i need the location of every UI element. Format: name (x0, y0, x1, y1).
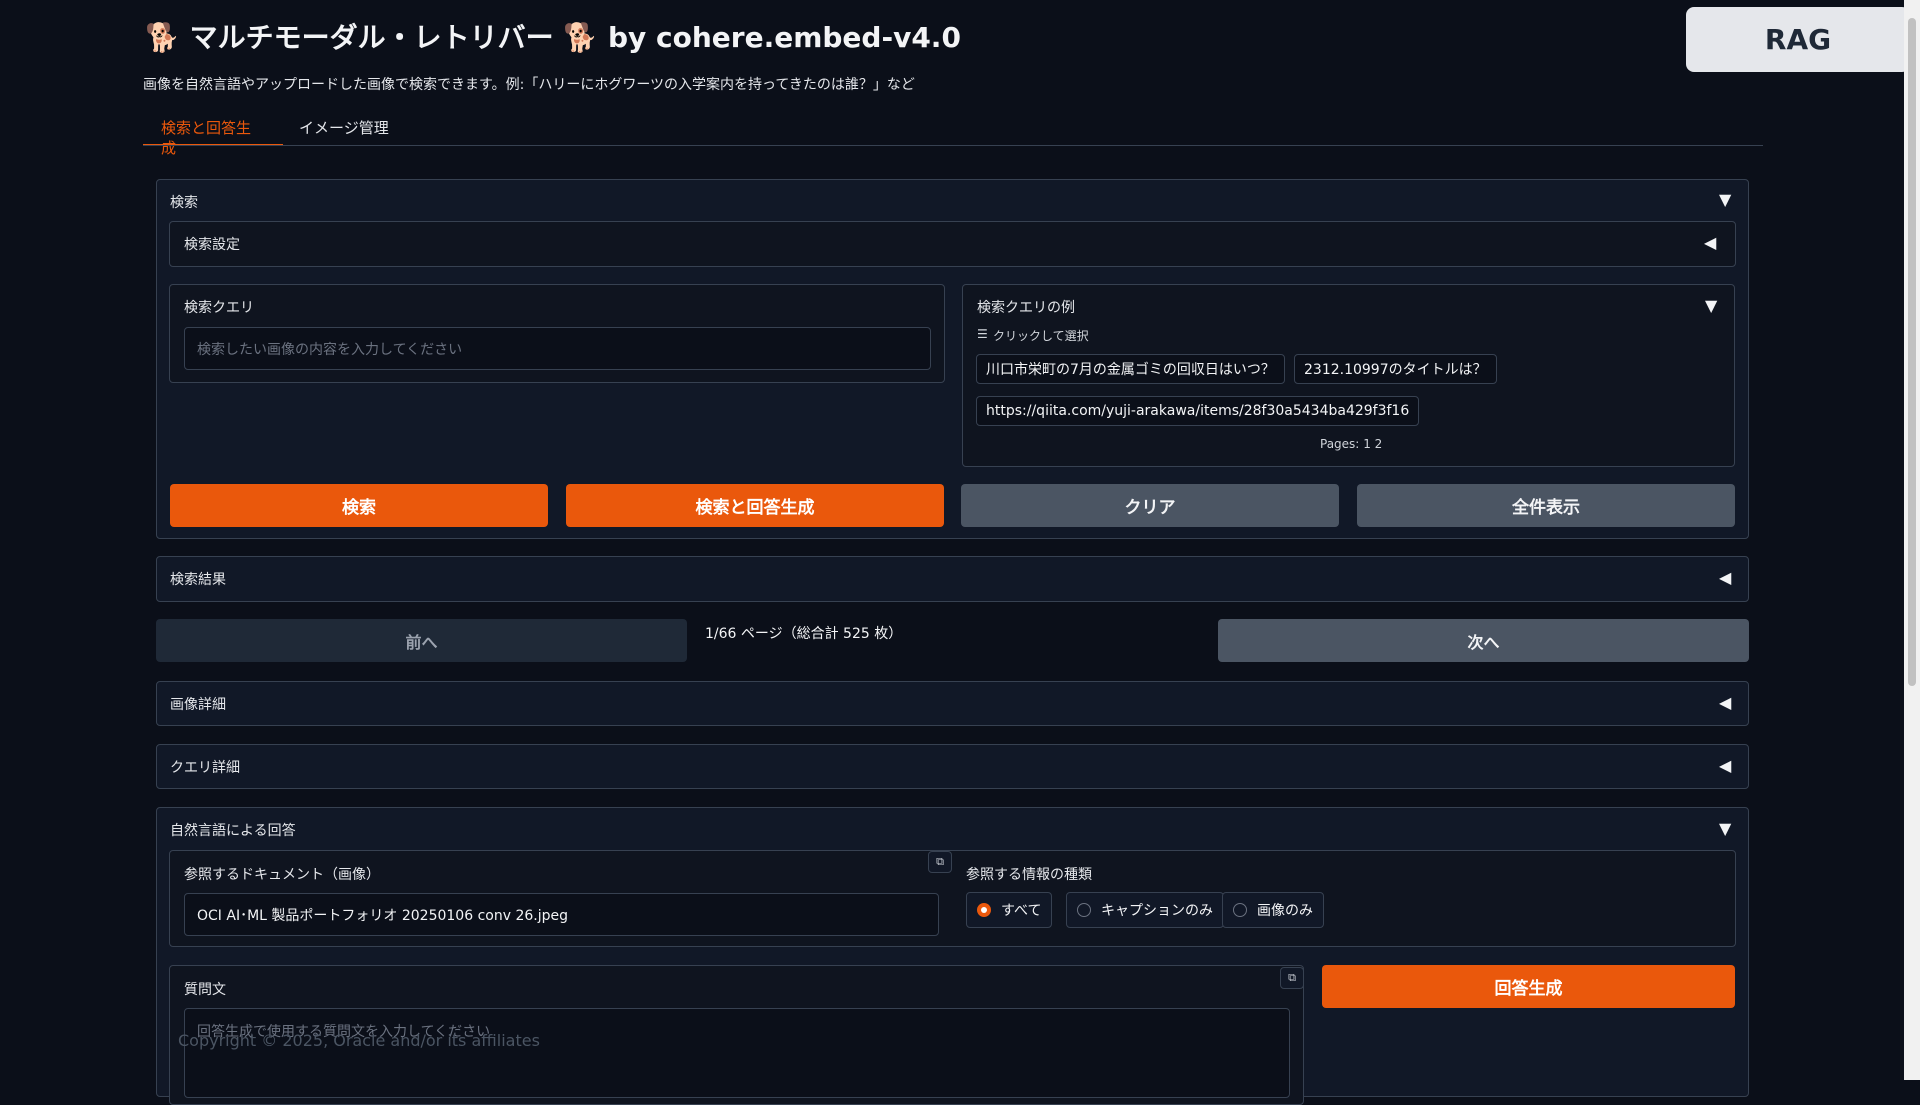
tab-divider (143, 145, 1763, 146)
example-chip-2[interactable]: 2312.10997のタイトルは？ (1294, 354, 1497, 384)
ref-doc-copy-icon[interactable]: ⧉ (928, 851, 952, 873)
radio-caption-only-dot (1077, 903, 1091, 917)
answer-collapse-icon[interactable]: ▼ (1719, 819, 1731, 838)
example-chip-1[interactable]: 川口市栄町の7月の金属ゴミの回収日はいつ？ (976, 354, 1285, 384)
tab-search-and-answer[interactable]: 検索と回答生成 (143, 118, 283, 157)
question-textarea[interactable]: 回答生成で使用する質問文を入力してください (184, 1008, 1290, 1098)
list-icon: ☰ (977, 327, 988, 341)
radio-all-label: すべて (1001, 903, 1042, 919)
radio-all-dot (977, 903, 991, 917)
app-title: 🐕 マルチモーダル・レトリバー 🐕 by cohere.embed-v4.0 (145, 21, 961, 54)
query-examples-hint: クリックして選択 (993, 329, 1089, 343)
radio-image-only[interactable]: 画像のみ (1222, 892, 1324, 928)
search-settings-accordion[interactable] (169, 221, 1736, 267)
info-type-label: 参照する情報の種類 (966, 867, 1092, 883)
page-info: 1/66 ページ（総合計 525 枚） (705, 626, 903, 642)
rag-button[interactable]: RAG (1686, 7, 1910, 72)
radio-caption-only[interactable]: キャプションのみ (1066, 892, 1224, 928)
examples-pagination: Pages: 1 2 (1320, 437, 1382, 451)
app-subtitle: 画像を自然言語やアップロードした画像で検索できます。例:「ハリーにホグワーツの入… (143, 77, 915, 93)
page-link-1[interactable]: 1 (1363, 437, 1371, 451)
next-page-button[interactable]: 次へ (1218, 619, 1749, 662)
generate-answer-button[interactable]: 回答生成 (1322, 965, 1735, 1008)
query-examples-title: 検索クエリの例 (977, 300, 1075, 316)
radio-image-only-dot (1233, 903, 1247, 917)
search-and-answer-button[interactable]: 検索と回答生成 (566, 484, 944, 527)
search-collapse-icon[interactable]: ▼ (1719, 190, 1731, 209)
ref-doc-input[interactable]: OCI AI･ML 製品ポートフォリオ 20250106 conv 26.jpe… (184, 893, 939, 936)
search-button[interactable]: 検索 (170, 484, 548, 527)
tab-image-management[interactable]: イメージ管理 (281, 118, 407, 146)
answer-panel-title: 自然言語による回答 (170, 823, 296, 839)
radio-all[interactable]: すべて (966, 892, 1053, 928)
search-results-title: 検索結果 (170, 572, 226, 588)
search-results-accordion[interactable] (156, 556, 1749, 602)
query-examples-collapse-icon[interactable]: ▼ (1705, 296, 1717, 315)
ref-doc-label: 参照するドキュメント（画像） (184, 867, 380, 883)
page-scrollbar-thumb[interactable] (1908, 18, 1916, 686)
radio-caption-only-label: キャプションのみ (1101, 903, 1213, 919)
search-settings-expand-icon[interactable]: ◀ (1704, 233, 1716, 252)
image-details-expand-icon[interactable]: ◀ (1719, 693, 1731, 712)
question-label: 質問文 (184, 982, 226, 998)
query-details-expand-icon[interactable]: ◀ (1719, 756, 1731, 775)
clear-button[interactable]: クリア (961, 484, 1339, 527)
copyright-text: Copyright © 2025, Oracle and/or its affi… (178, 1031, 540, 1050)
search-settings-title: 検索設定 (184, 237, 240, 253)
image-details-accordion[interactable] (156, 681, 1749, 726)
search-query-input[interactable]: 検索したい画像の内容を入力してください (184, 327, 931, 370)
image-details-title: 画像詳細 (170, 697, 226, 713)
search-query-label: 検索クエリ (184, 300, 254, 316)
radio-image-only-label: 画像のみ (1257, 903, 1313, 919)
search-results-expand-icon[interactable]: ◀ (1719, 568, 1731, 587)
query-details-title: クエリ詳細 (170, 760, 240, 776)
pages-label: Pages: (1320, 437, 1360, 451)
prev-page-button[interactable]: 前へ (156, 619, 687, 662)
example-chip-3[interactable]: https://qiita.com/yuji-arakawa/items/28f… (976, 396, 1420, 426)
query-details-accordion[interactable] (156, 744, 1749, 789)
page-link-2[interactable]: 2 (1375, 437, 1383, 451)
show-all-button[interactable]: 全件表示 (1357, 484, 1735, 527)
question-copy-icon[interactable]: ⧉ (1280, 967, 1304, 989)
search-panel-title: 検索 (170, 195, 198, 211)
